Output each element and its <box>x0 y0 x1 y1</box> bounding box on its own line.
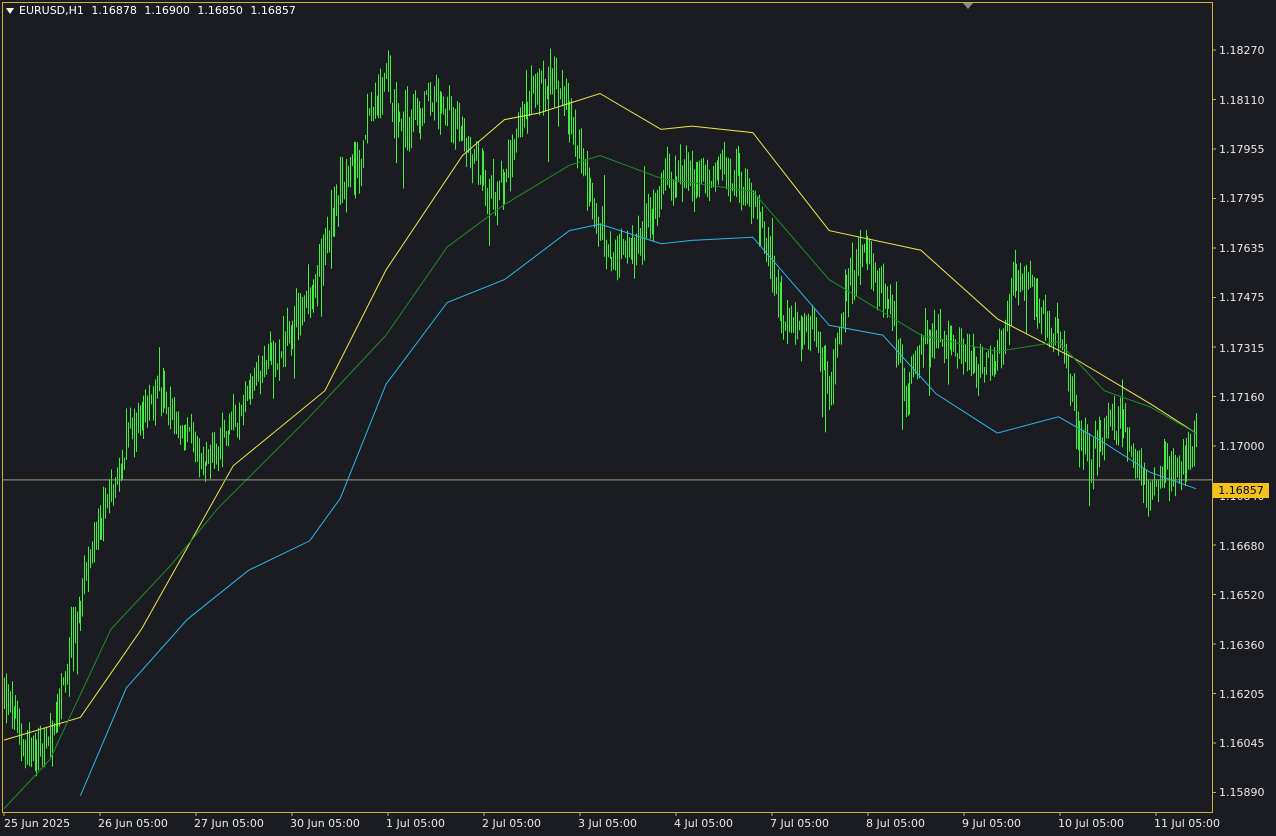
price-tick: 1.17635 <box>1219 242 1265 255</box>
candles-group <box>4 48 1197 777</box>
time-tick: 1 Jul 05:00 <box>386 817 445 830</box>
price-tick: 1.15890 <box>1219 786 1265 799</box>
price-tick: 1.17000 <box>1219 440 1265 453</box>
price-tick: 1.16520 <box>1219 589 1265 602</box>
trading-chart[interactable]: EURUSD,H1 1.16878 1.16900 1.16850 1.1685… <box>0 0 1276 836</box>
time-tick: 8 Jul 05:00 <box>866 817 925 830</box>
price-tick: 1.16680 <box>1219 540 1265 553</box>
plot-frame <box>2 2 1213 813</box>
time-tick: 4 Jul 05:00 <box>674 817 733 830</box>
chart-shift-marker-icon[interactable] <box>963 3 973 9</box>
time-tick: 26 Jun 05:00 <box>98 817 168 830</box>
moving-average-yellow <box>3 92 1197 741</box>
time-tick: 2 Jul 05:00 <box>482 817 541 830</box>
time-tick: 3 Jul 05:00 <box>578 817 637 830</box>
price-tick: 1.17160 <box>1219 391 1265 404</box>
time-tick: 25 Jun 2025 <box>4 817 71 830</box>
chart-header: EURUSD,H1 1.16878 1.16900 1.16850 1.1685… <box>6 4 300 17</box>
price-tick: 1.18270 <box>1219 44 1265 57</box>
chart-canvas[interactable] <box>0 0 1276 836</box>
current-price-label: 1.16857 <box>1213 483 1269 498</box>
price-tick: 1.17955 <box>1219 143 1265 156</box>
time-tick: 27 Jun 05:00 <box>194 817 264 830</box>
price-tick: 1.18110 <box>1219 94 1265 107</box>
high-value: 1.16900 <box>144 4 190 17</box>
price-tick: 1.16205 <box>1219 688 1265 701</box>
time-tick: 7 Jul 05:00 <box>770 817 829 830</box>
moving-average-blue <box>79 223 1197 796</box>
open-value: 1.16878 <box>91 4 137 17</box>
low-value: 1.16850 <box>197 4 243 17</box>
time-tick: 9 Jul 05:00 <box>962 817 1021 830</box>
price-tick: 1.17795 <box>1219 192 1265 205</box>
price-tick: 1.16360 <box>1219 639 1265 652</box>
time-tick: 11 Jul 05:00 <box>1154 817 1220 830</box>
price-tick: 1.16045 <box>1219 737 1265 750</box>
price-tick: 1.17315 <box>1219 342 1265 355</box>
moving-average-green <box>3 154 1197 810</box>
close-value: 1.16857 <box>250 4 296 17</box>
symbol-label: EURUSD,H1 <box>19 4 84 17</box>
time-tick: 10 Jul 05:00 <box>1058 817 1124 830</box>
price-tick: 1.17475 <box>1219 291 1265 304</box>
dropdown-arrow-icon[interactable] <box>6 8 14 14</box>
time-tick: 30 Jun 05:00 <box>290 817 360 830</box>
